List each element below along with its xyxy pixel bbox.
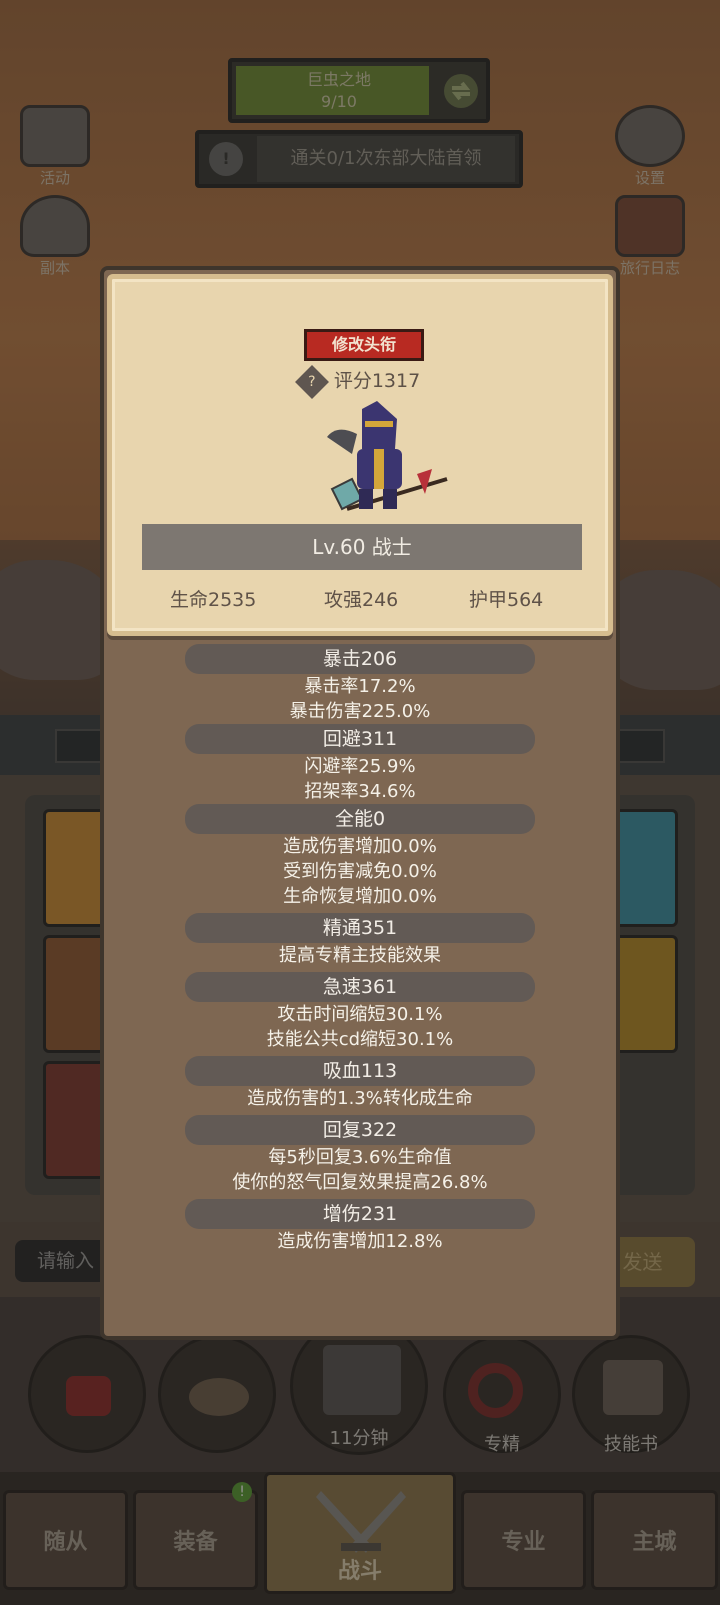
secondary-stats-list: 暴击206 暴击率17.2% 暴击伤害225.0% 回避311 闪避率25.9%… xyxy=(104,644,616,1254)
score-row: ? 评分1317 xyxy=(112,364,608,399)
stat-section-haste: 急速361 xyxy=(185,972,535,1002)
stat-line: 招架率34.6% xyxy=(304,781,416,802)
stat-line: 造成伤害的1.3%转化成生命 xyxy=(247,1088,473,1109)
base-stats-row: 生命2535 攻强246 护甲564 xyxy=(112,585,608,611)
stat-section-dodge: 回避311 xyxy=(185,724,535,754)
score-text: 评分1317 xyxy=(333,370,421,392)
stat-line: 暴击伤害225.0% xyxy=(289,701,431,722)
stat-line: 造成伤害增加0.0% xyxy=(283,836,437,857)
edit-title-button[interactable]: 修改头衔 xyxy=(304,329,424,361)
question-diamond-icon[interactable]: ? xyxy=(294,364,329,399)
stat-line: 生命恢复增加0.0% xyxy=(283,886,437,907)
hp-stat: 生命2535 xyxy=(170,589,257,611)
stat-section-mastery: 精通351 xyxy=(185,913,535,943)
armor-stat: 护甲564 xyxy=(469,589,544,611)
warrior-character-icon xyxy=(327,401,448,511)
stat-line: 闪避率25.9% xyxy=(304,756,416,777)
stat-section-leech: 吸血113 xyxy=(185,1056,535,1086)
stat-line: 技能公共cd缩短30.1% xyxy=(266,1029,454,1050)
character-stats-panel: 修改头衔 ? 评分1317 Lv.60 战士 生命2535 攻强246 护甲564… xyxy=(100,266,620,1340)
stat-line: 造成伤害增加12.8% xyxy=(277,1231,443,1252)
stat-line: 使你的怒气回复效果提高26.8% xyxy=(232,1172,488,1193)
stat-line: 暴击率17.2% xyxy=(304,676,416,697)
stat-line: 每5秒回复3.6%生命值 xyxy=(268,1147,452,1168)
stat-line: 受到伤害减免0.0% xyxy=(283,861,437,882)
stat-section-regen: 回复322 xyxy=(185,1115,535,1145)
stat-section-versatility: 全能0 xyxy=(185,804,535,834)
character-header: 修改头衔 ? 评分1317 Lv.60 战士 生命2535 攻强246 护甲564 xyxy=(107,274,613,636)
level-class-bar: Lv.60 战士 xyxy=(142,524,582,570)
stat-line: 攻击时间缩短30.1% xyxy=(277,1004,443,1025)
stat-section-damage: 增伤231 xyxy=(185,1199,535,1229)
stat-section-crit: 暴击206 xyxy=(185,644,535,674)
stat-line: 提高专精主技能效果 xyxy=(279,945,441,966)
attack-stat: 攻强246 xyxy=(324,589,399,611)
